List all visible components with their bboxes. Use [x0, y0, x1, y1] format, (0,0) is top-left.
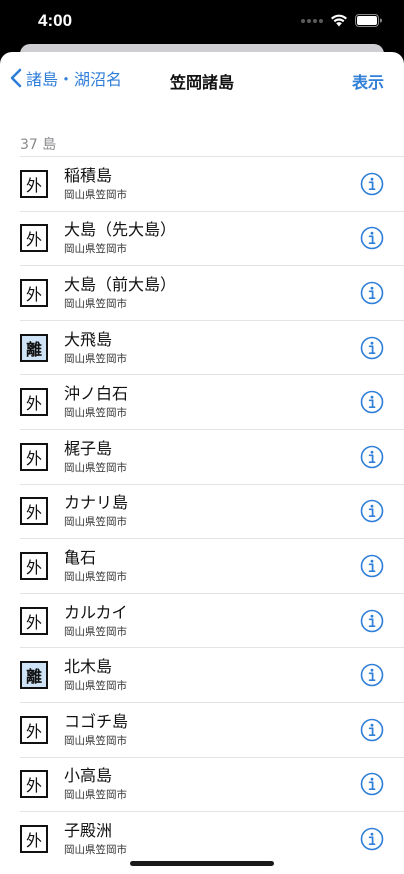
list-item-text: 梶子島 岡山県笠岡市	[64, 439, 127, 475]
island-name: 大島（前大島）	[64, 274, 177, 294]
island-name: 亀石	[64, 547, 97, 567]
list-item-text: コゴチ島岡山県笠岡市	[64, 712, 128, 748]
info-icon[interactable]	[360, 172, 384, 196]
island-list: 外稲積島 岡山県笠岡市外大島（先大島） 岡山県笠岡市外大島（前大島） 岡山県笠岡市離大…	[0, 156, 404, 866]
info-icon[interactable]	[360, 772, 384, 796]
list-item[interactable]: 外大島（先大島） 岡山県笠岡市	[20, 210, 404, 266]
list-item[interactable]: 外沖ノ白石岡山県笠岡市	[20, 374, 404, 429]
island-location: 岡山県笠岡市	[64, 297, 127, 310]
list-item-text: 大島（前大島） 岡山県笠岡市	[64, 275, 176, 311]
island-name: 沖ノ白石	[64, 384, 129, 404]
outer-island-badge: 外	[20, 551, 48, 580]
island-name: カナリ島	[64, 493, 129, 513]
outer-island-badge: 外	[20, 770, 48, 799]
list-item[interactable]: 外小高島岡山県笠岡市	[20, 756, 404, 812]
info-icon[interactable]	[360, 445, 384, 469]
list-item[interactable]: 外カルカイ岡山県笠岡市	[20, 592, 404, 648]
outer-island-badge: 外	[20, 606, 48, 635]
section-header: 37 島	[20, 137, 57, 153]
island-name: コゴチ島	[64, 711, 129, 731]
show-button[interactable]: 表示	[352, 69, 384, 93]
island-name: 北木島	[64, 657, 113, 677]
outer-island-badge: 外	[20, 497, 48, 526]
outer-island-badge: 外	[20, 442, 48, 471]
modal-sheet: 諸島・湖沼名 笠岡諸島 表示 37 島 外稲積島 岡山県笠岡市外大島（先大島） 岡山…	[0, 52, 404, 874]
list-item-text: 小高島 岡山県笠岡市	[64, 766, 127, 802]
list-item-text: 北木島 岡山県笠岡市	[64, 657, 127, 693]
outer-island-badge: 外	[20, 715, 48, 744]
island-name: 大飛島	[64, 329, 113, 349]
info-icon[interactable]	[360, 226, 384, 250]
info-icon[interactable]	[360, 390, 384, 414]
info-icon[interactable]	[360, 499, 384, 523]
island-location: 岡山県笠岡市	[64, 570, 127, 583]
home-indicator	[130, 861, 274, 866]
list-item[interactable]: 離大飛島岡山県笠岡市	[20, 319, 404, 375]
list-item[interactable]: 外梶子島岡山県笠岡市	[20, 428, 404, 484]
list-item-text: 子殿洲 岡山県笠岡市	[64, 821, 127, 857]
outer-island-badge: 外	[20, 224, 48, 253]
info-icon[interactable]	[360, 281, 384, 305]
info-icon[interactable]	[360, 336, 384, 360]
island-name: 小高島	[64, 766, 113, 786]
list-item-text: 大飛島 岡山県笠岡市	[64, 330, 127, 366]
island-name: 梶子島	[64, 438, 113, 458]
status-time: 4:00	[38, 11, 73, 30]
info-icon[interactable]	[360, 554, 384, 578]
list-item[interactable]: 外コゴチ島岡山県笠岡市	[20, 701, 404, 757]
list-item-text: 沖ノ白石岡山県笠岡市	[64, 384, 128, 420]
island-location: 岡山県笠岡市	[64, 843, 127, 856]
list-item-text: カルカイ岡山県笠岡市	[64, 603, 128, 639]
outer-island-badge: 外	[20, 388, 48, 417]
list-item[interactable]: 外大島（前大島） 岡山県笠岡市	[20, 265, 404, 320]
island-name: 稲積島	[64, 165, 113, 185]
island-location: 岡山県笠岡市	[64, 516, 127, 529]
island-location: 岡山県笠岡市	[64, 407, 127, 420]
page-title: 笠岡諸島	[169, 73, 234, 92]
island-location: 岡山県笠岡市	[64, 680, 127, 693]
island-location: 岡山県笠岡市	[64, 461, 127, 474]
battery-icon	[355, 14, 382, 27]
cellular-signal-icon	[301, 18, 323, 23]
list-item[interactable]: 外亀石岡山県笠岡市	[20, 538, 404, 593]
island-name: カルカイ	[64, 602, 128, 622]
outer-island-badge: 外	[20, 169, 48, 198]
list-item-text: カナリ島岡山県笠岡市	[64, 493, 128, 529]
list-item[interactable]: 外稲積島岡山県笠岡市	[20, 156, 404, 211]
wifi-icon	[331, 14, 347, 27]
outer-island-badge: 外	[20, 824, 48, 853]
status-icons	[301, 14, 382, 27]
info-icon[interactable]	[360, 609, 384, 633]
island-name: 大島（先大島）	[64, 220, 177, 240]
list-item-text: 亀石 岡山県笠岡市	[64, 548, 127, 584]
island-location: 岡山県笠岡市	[64, 188, 127, 201]
island-location: 岡山県笠岡市	[64, 789, 127, 802]
island-location: 岡山県笠岡市	[64, 243, 127, 256]
status-bar: 4:00	[0, 0, 404, 44]
island-location: 岡山県笠岡市	[64, 352, 127, 365]
island-location: 岡山県笠岡市	[64, 625, 127, 638]
outer-island-badge: 外	[20, 278, 48, 307]
remote-island-badge: 離	[20, 661, 48, 690]
list-item[interactable]: 外カナリ島岡山県笠岡市	[20, 483, 404, 539]
list-item[interactable]: 外子殿洲岡山県笠岡市	[20, 811, 404, 866]
list-item[interactable]: 離北木島岡山県笠岡市	[20, 647, 404, 702]
info-icon[interactable]	[360, 718, 384, 742]
info-icon[interactable]	[360, 827, 384, 851]
info-icon[interactable]	[360, 663, 384, 687]
list-item-text: 稲積島 岡山県笠岡市	[64, 166, 127, 202]
list-item-text: 大島（先大島） 岡山県笠岡市	[64, 220, 176, 256]
navigation-bar: 諸島・湖沼名 笠岡諸島 表示	[0, 52, 404, 108]
island-location: 岡山県笠岡市	[64, 734, 127, 747]
remote-island-badge: 離	[20, 333, 48, 362]
island-name: 子殿洲	[64, 820, 113, 840]
